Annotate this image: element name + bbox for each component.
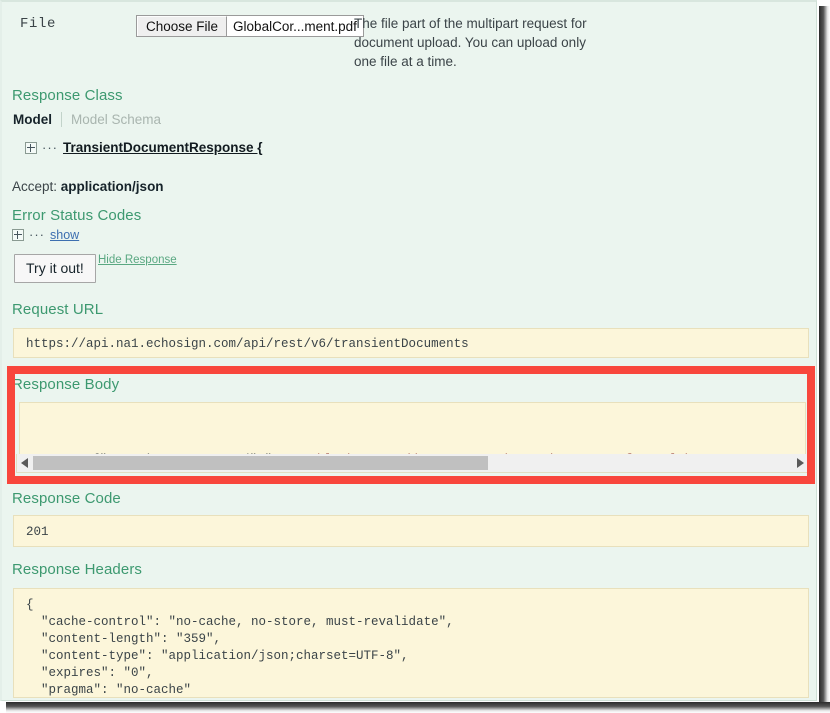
- error-status-codes-row: ··· show: [12, 228, 79, 242]
- response-headers-heading: Response Headers: [12, 561, 143, 578]
- accept-label: Accept:: [12, 179, 58, 194]
- model-tree-row: ··· TransientDocumentResponse {: [25, 140, 263, 155]
- expand-plus-icon[interactable]: [12, 229, 24, 241]
- response-body-highlight-box: [7, 366, 815, 484]
- response-class-heading: Response Class: [12, 87, 123, 104]
- response-headers-value: { "cache-control": "no-cache, no-store, …: [13, 588, 809, 698]
- swagger-operation-panel: File Choose File GlobalCor...ment.pdf Th…: [0, 0, 817, 701]
- response-code-heading: Response Code: [12, 490, 121, 507]
- model-tab-group: Model Model Schema: [13, 112, 161, 127]
- accept-value: application/json: [60, 179, 164, 194]
- choose-file-button[interactable]: Choose File: [137, 16, 228, 36]
- accept-header-line: Accept: application/json: [12, 179, 164, 194]
- error-status-codes-heading: Error Status Codes: [12, 207, 142, 224]
- file-parameter-row: File Choose File GlobalCor...ment.pdf Th…: [2, 6, 816, 78]
- file-parameter-description: The file part of the multipart request f…: [354, 16, 587, 69]
- expand-plus-icon[interactable]: [25, 141, 37, 154]
- window-right-shadow: [819, 6, 830, 713]
- show-error-codes-link[interactable]: show: [50, 228, 79, 242]
- try-it-out-button[interactable]: Try it out!: [14, 254, 96, 283]
- browser-window-frame: File Choose File GlobalCor...ment.pdf Th…: [0, 0, 830, 713]
- request-url-value: https://api.na1.echosign.com/api/rest/v6…: [13, 328, 809, 358]
- tab-model-schema[interactable]: Model Schema: [62, 112, 161, 127]
- chosen-file-name: GlobalCor...ment.pdf: [233, 18, 357, 34]
- request-url-heading: Request URL: [12, 301, 104, 318]
- file-input[interactable]: Choose File GlobalCor...ment.pdf: [136, 15, 364, 37]
- hide-response-link[interactable]: Hide Response: [98, 254, 177, 266]
- model-name-link[interactable]: TransientDocumentResponse {: [63, 140, 263, 155]
- tree-ellipsis-icon: ···: [42, 139, 58, 155]
- window-bottom-shadow: [6, 702, 830, 713]
- file-parameter-label: File: [20, 16, 57, 32]
- tree-ellipsis-icon: ···: [29, 227, 45, 242]
- response-code-value: 201: [13, 515, 809, 547]
- tab-model[interactable]: Model: [13, 112, 62, 127]
